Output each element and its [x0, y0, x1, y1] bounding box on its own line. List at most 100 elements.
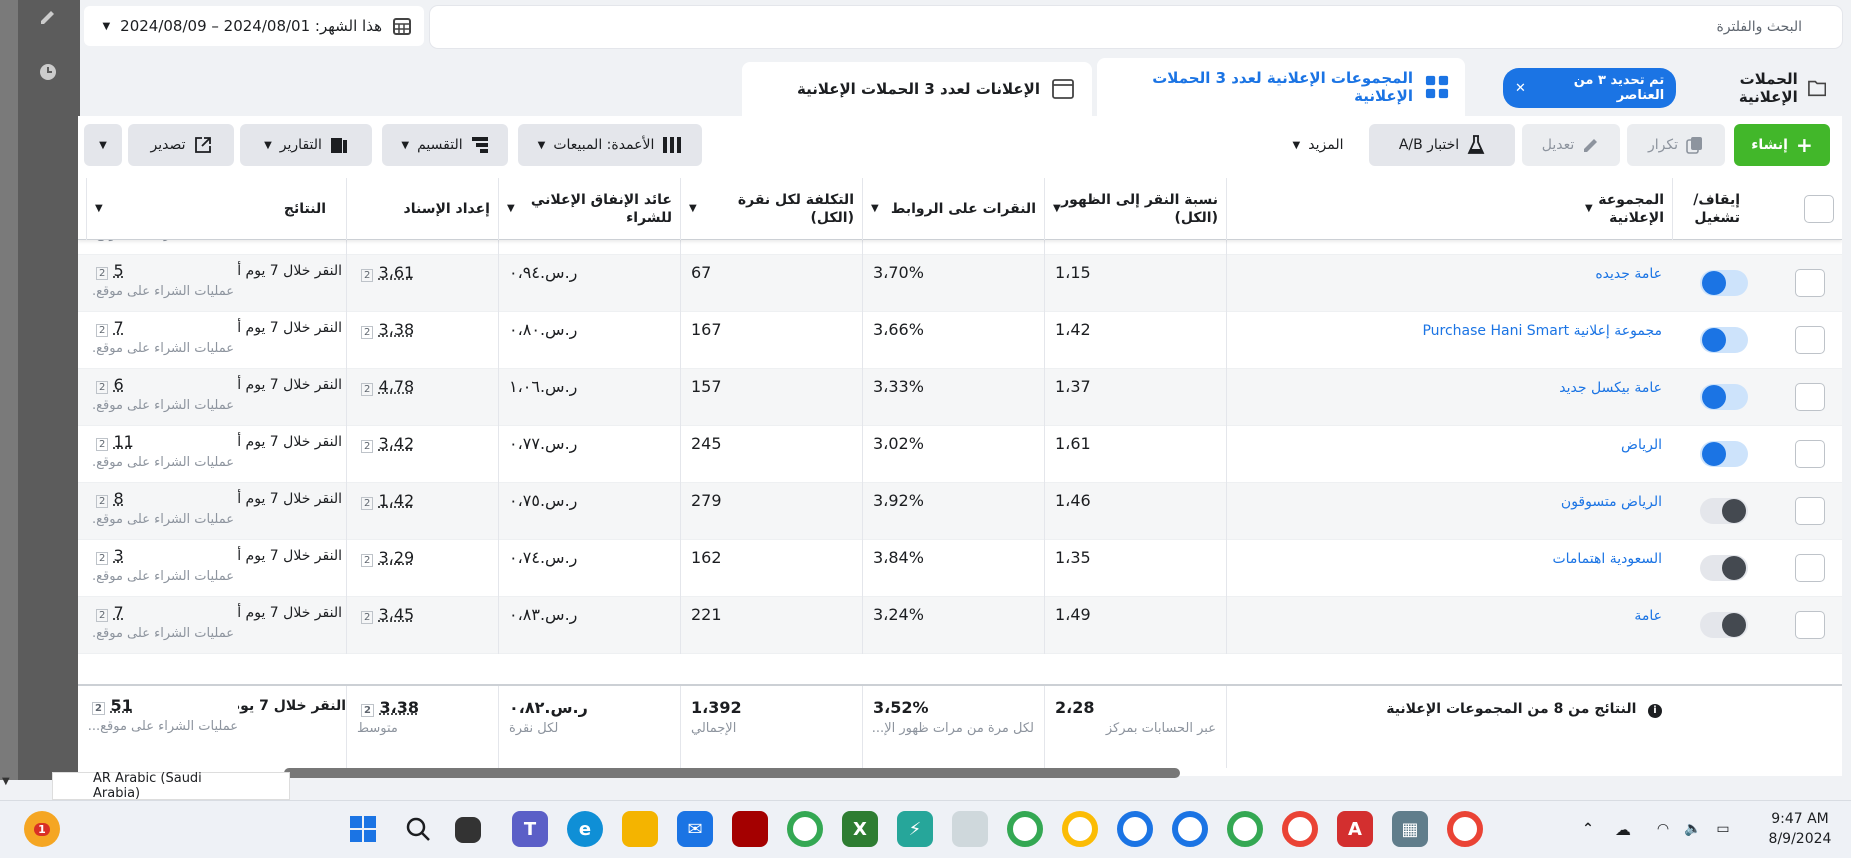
header-results[interactable]: النتائج ▼: [86, 178, 346, 240]
header-adset[interactable]: المجموعة الإعلانية ▼: [1226, 178, 1672, 240]
adset-name-link[interactable]: مجموعة إعلانية Purchase Hani Smart: [1422, 323, 1662, 339]
date-range-picker[interactable]: هذا الشهر: 2024/08/01 – 2024/08/09 ▼: [84, 6, 424, 46]
edit-button[interactable]: تعديل: [1522, 124, 1620, 166]
results-value[interactable]: 7: [113, 603, 123, 622]
info-icon[interactable]: i: [1648, 704, 1662, 718]
ab-test-button[interactable]: اختبار A/B: [1369, 124, 1515, 166]
clock-icon[interactable]: [28, 54, 68, 90]
row-toggle[interactable]: [1700, 441, 1748, 467]
header-cpc[interactable]: التكلفة لكل نقرة (الكل) ▼: [680, 178, 862, 240]
row-toggle[interactable]: [1700, 612, 1748, 638]
weather-icon[interactable]: 1: [24, 811, 60, 847]
adset-name-link[interactable]: السعودية اهتمامات: [1552, 551, 1662, 567]
results-value[interactable]: 6: [113, 375, 123, 394]
chrome-profile-icon[interactable]: [1117, 811, 1153, 847]
chrome-icon[interactable]: [787, 811, 823, 847]
totals-results-value[interactable]: 51: [111, 696, 133, 715]
export-button[interactable]: تصدير: [128, 124, 234, 166]
roas-value[interactable]: 1،42: [378, 491, 414, 510]
more-dropdown[interactable]: المزيد ▼: [1270, 124, 1366, 166]
active-app-icon[interactable]: [952, 811, 988, 847]
duplicate-button[interactable]: تكرار: [1627, 124, 1725, 166]
results-value[interactable]: 11: [113, 432, 133, 451]
row-checkbox[interactable]: [1795, 440, 1825, 468]
row-toggle[interactable]: [1700, 555, 1748, 581]
row-toggle[interactable]: [1700, 384, 1748, 410]
start-icon[interactable]: [345, 811, 381, 847]
row-checkbox[interactable]: [1795, 269, 1825, 297]
totals-roas-value[interactable]: 3،38: [380, 698, 419, 717]
calculator-icon[interactable]: ▦: [1392, 811, 1428, 847]
results-value[interactable]: 5: [113, 261, 123, 280]
create-button[interactable]: + إنشاء: [1734, 124, 1830, 166]
adset-name-cell[interactable]: مجموعة إعلانية Purchase Hani Smart: [1226, 312, 1672, 369]
row-checkbox[interactable]: [1795, 611, 1825, 639]
tab-ads[interactable]: الإعلانات لعدد 3 الحملات الإعلانية: [742, 62, 1092, 116]
roas-value[interactable]: 3،45: [378, 605, 414, 624]
search-filter-input[interactable]: البحث والفلترة: [430, 6, 1842, 48]
row-checkbox[interactable]: [1795, 554, 1825, 582]
app-icon[interactable]: [732, 811, 768, 847]
chrome-profile-icon[interactable]: [1282, 811, 1318, 847]
edge-icon[interactable]: e: [567, 811, 603, 847]
chrome-profile-icon[interactable]: [1007, 811, 1043, 847]
row-checkbox[interactable]: [1795, 326, 1825, 354]
adset-name-link[interactable]: عامة جديده: [1595, 266, 1662, 282]
adset-name-link[interactable]: عامة بيكسل جديد: [1559, 380, 1662, 396]
select-all-checkbox[interactable]: [1804, 195, 1834, 223]
mail-icon[interactable]: ✉: [677, 811, 713, 847]
roas-value[interactable]: 3،29: [378, 548, 414, 567]
rail-collapse-icon[interactable]: ▼: [2, 776, 10, 787]
file-explorer-icon[interactable]: [622, 811, 658, 847]
task-view-icon[interactable]: [455, 817, 481, 843]
adset-name-link[interactable]: الرياض: [1621, 437, 1662, 453]
horizontal-scrollbar[interactable]: [284, 768, 1180, 778]
roas-value[interactable]: 3،38: [378, 320, 414, 339]
roas-value[interactable]: 4،78: [378, 377, 414, 396]
language-indicator[interactable]: AR Arabic (Saudi Arabia): [52, 771, 290, 801]
teams-icon[interactable]: T: [512, 811, 548, 847]
adset-name-link[interactable]: الرياض متسوقون: [1561, 494, 1662, 510]
header-ctr[interactable]: ▼ نسبة النقر إلى الظهور (الكل): [1044, 178, 1226, 240]
pdf-icon[interactable]: A: [1337, 811, 1373, 847]
row-checkbox[interactable]: [1795, 383, 1825, 411]
row-checkbox[interactable]: [1795, 497, 1825, 525]
header-attribution[interactable]: إعداد الإسناد: [346, 178, 498, 240]
adset-name-cell[interactable]: الرياض متسوقون: [1226, 483, 1672, 540]
adset-name-cell[interactable]: عامة جديده: [1226, 255, 1672, 312]
tab-adsets[interactable]: المجموعات الإعلانية لعدد 3 الحملات الإعل…: [1097, 58, 1465, 116]
adset-name-link[interactable]: عامة: [1634, 608, 1662, 624]
clock[interactable]: 9:47 AM 8/9/2024: [1755, 809, 1845, 849]
export-menu-button[interactable]: ▼: [84, 124, 122, 166]
selection-pill[interactable]: تم تحديد ٣ من العناصر ✕: [1502, 68, 1677, 108]
reports-dropdown[interactable]: التقارير ▼: [240, 124, 372, 166]
breakdown-dropdown[interactable]: التقسيم ▼: [382, 124, 508, 166]
chrome-profile-icon[interactable]: [1062, 811, 1098, 847]
roas-value[interactable]: 3،42: [378, 434, 414, 453]
close-icon[interactable]: ✕: [1515, 81, 1526, 96]
adset-name-cell[interactable]: الرياض: [1226, 426, 1672, 483]
chrome-profile-icon[interactable]: [1172, 811, 1208, 847]
columns-dropdown[interactable]: الأعمدة: المبيعات ▼: [518, 124, 702, 166]
excel-icon[interactable]: X: [842, 811, 878, 847]
results-value[interactable]: 8: [113, 489, 123, 508]
battery-icon[interactable]: ▭: [1705, 811, 1741, 847]
row-toggle[interactable]: [1700, 270, 1748, 296]
tray-chevron-icon[interactable]: ⌃: [1570, 811, 1606, 847]
results-value[interactable]: 7: [113, 318, 123, 337]
results-value[interactable]: 3: [113, 546, 123, 565]
chrome-profile-icon[interactable]: [1227, 811, 1263, 847]
row-toggle[interactable]: [1700, 327, 1748, 353]
header-toggle[interactable]: إيقاف/ تشغيل: [1672, 178, 1748, 240]
roas-value[interactable]: 3،61: [378, 263, 414, 282]
tab-campaigns[interactable]: الحملات الإعلانية تم تحديد ٣ من العناصر …: [1487, 60, 1842, 116]
header-link-clicks[interactable]: النقرات على الروابط ▼: [862, 178, 1044, 240]
app-icon-2[interactable]: ⚡: [897, 811, 933, 847]
adset-name-cell[interactable]: عامة بيكسل جديد: [1226, 369, 1672, 426]
adset-name-cell[interactable]: عامة: [1226, 597, 1672, 654]
adset-name-cell[interactable]: السعودية اهتمامات: [1226, 540, 1672, 597]
cloud-icon[interactable]: ☁: [1605, 811, 1641, 847]
row-toggle[interactable]: [1700, 498, 1748, 524]
header-roas[interactable]: عائد الإنفاق الإعلاني للشراء ▼: [498, 178, 680, 240]
search-icon[interactable]: [400, 811, 436, 847]
